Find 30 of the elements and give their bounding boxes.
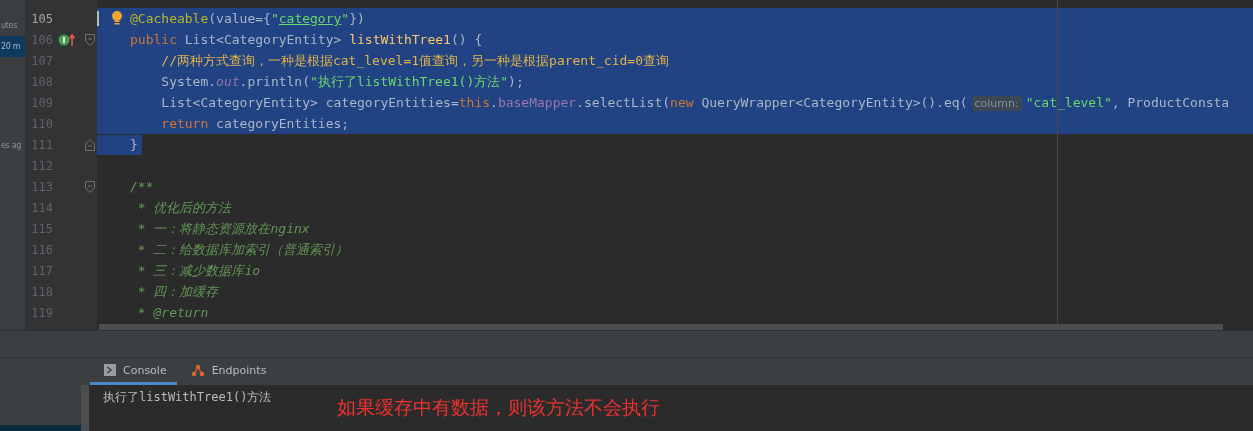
code-line: * 三：减少数据库io: [136, 261, 261, 280]
nodes-icon: [190, 363, 205, 377]
code-line: return categoryEntities;: [160, 116, 350, 131]
scrollbar[interactable]: [99, 324, 1223, 330]
code-line: List<CategoryEntity> categoryEntities=this.baseMapper.selectList(new QueryWrapper<CategoryEntity>().eq( column: "cat_level", ProductConsta: [160, 95, 1230, 110]
console-output: 执行了listWithTree1()方法: [103, 389, 272, 406]
tab[interactable]: Console: [90, 358, 177, 385]
annotation-text: 如果缓存中有数据，则该方法不会执行: [337, 395, 661, 420]
code-line: //两种方式查询，一种是根据cat_level=1值查询，另一种是根据parent_cid=0查询: [160, 51, 669, 70]
list-item[interactable]: es ag: [0, 135, 25, 156]
code-line: /**: [130, 179, 154, 194]
code-line: * @return: [136, 305, 209, 320]
code-line: public List<CategoryEntity> listWithTree1() {: [130, 32, 483, 47]
fold-icon[interactable]: [85, 138, 95, 151]
line-number: 105: [30, 11, 53, 26]
code-line: System.out.println("执行了listWithTree1()方法");: [160, 72, 524, 91]
code-line: * 优化后的方法: [136, 198, 232, 217]
lightbulb-icon[interactable]: [111, 10, 123, 26]
code-line: * 一：将静态资源放在nginx: [136, 219, 310, 238]
code-line: @Cacheable(value={"category"}): [130, 11, 365, 26]
fold-icon[interactable]: [85, 180, 95, 193]
implements-icon[interactable]: [58, 32, 78, 47]
code-line: * 四：加缓存: [136, 282, 219, 301]
console-icon: [104, 364, 116, 376]
code-line: * 二：给数据库加索引（普通索引）: [136, 240, 349, 259]
tab[interactable]: Endpoints: [176, 358, 277, 385]
list-item[interactable]: 20 m: [0, 36, 25, 57]
scrollbar[interactable]: [81, 385, 89, 431]
list-item[interactable]: utes: [0, 15, 25, 36]
fold-icon[interactable]: [85, 33, 95, 46]
